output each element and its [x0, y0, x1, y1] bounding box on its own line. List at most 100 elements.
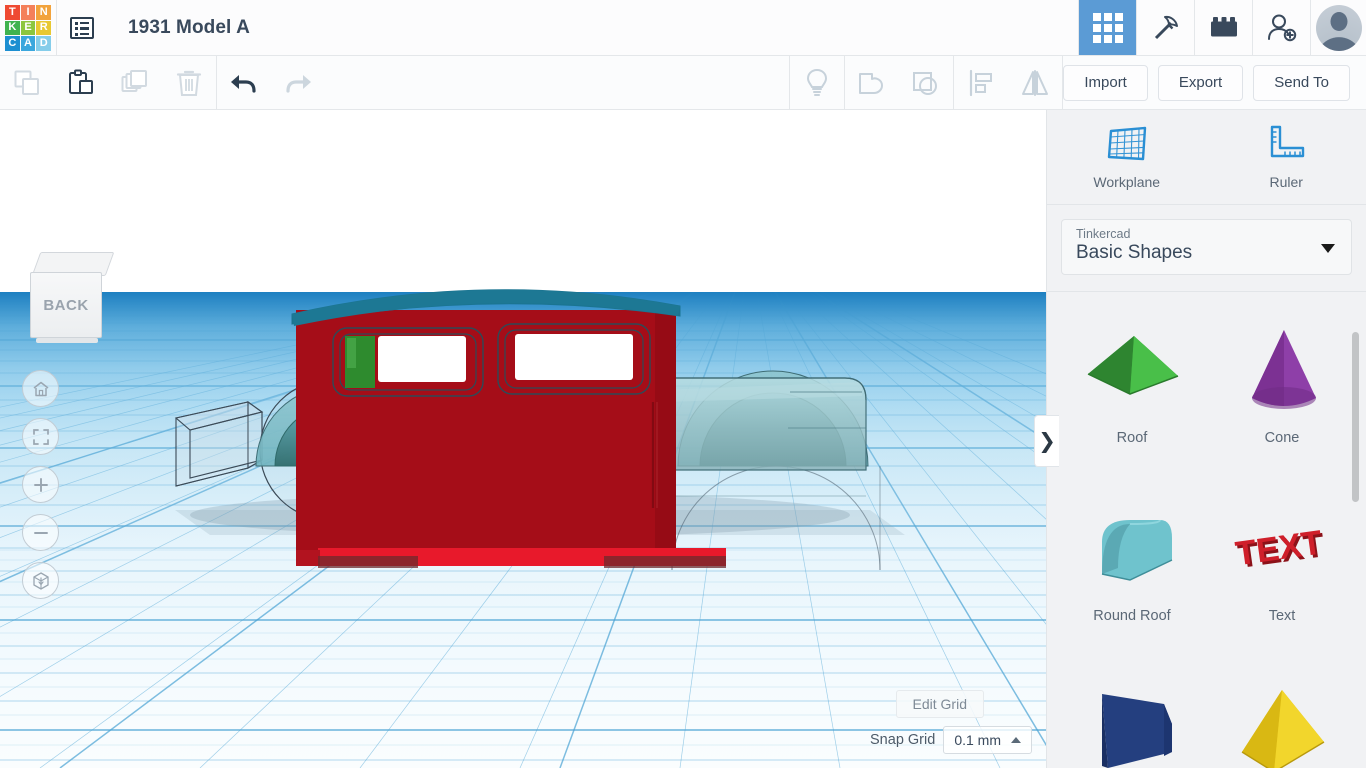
logo-tile-d-8: D — [36, 36, 51, 51]
pickaxe-icon-button[interactable] — [1136, 0, 1194, 55]
delete-button[interactable] — [162, 56, 216, 110]
logo-tile-n-2: N — [36, 5, 51, 20]
library-name-label: Basic Shapes — [1076, 242, 1193, 263]
shape-pyramid[interactable] — [1207, 660, 1357, 768]
canvas-sky — [0, 110, 1046, 292]
shapes-panel: Workplane Ruler Tinkercad Basic Shapes R… — [1046, 110, 1366, 768]
zoom-out-button[interactable] — [22, 514, 59, 551]
copy-icon — [14, 70, 39, 95]
plus-icon — [33, 477, 48, 492]
duplicate-icon — [121, 69, 147, 92]
align-button[interactable] — [954, 56, 1008, 110]
shape-gallery-scrollbar[interactable] — [1352, 332, 1359, 502]
logo-tile-r-5: R — [36, 20, 51, 36]
group-icon — [859, 72, 884, 94]
workplane-icon — [1107, 126, 1146, 161]
lego-brick-icon-button[interactable] — [1194, 0, 1252, 55]
export-button[interactable]: Export — [1157, 64, 1244, 101]
edit-grid-button[interactable]: Edit Grid — [895, 690, 984, 718]
view-cube[interactable]: BACK — [30, 252, 116, 348]
undo-icon — [231, 74, 256, 93]
logo-tile-a-7: A — [20, 36, 36, 51]
logo-tile-i-1: I — [20, 5, 36, 20]
add-person-icon-button[interactable] — [1252, 0, 1310, 55]
panel-separator — [1047, 291, 1366, 292]
cone-thumbnail — [1222, 320, 1342, 428]
shape-round-roof[interactable]: Round Roof — [1057, 482, 1207, 660]
align-tool-group — [954, 56, 1062, 110]
shape-gallery[interactable]: Roof Cone Round Roof TEXT TEXT Text — [1047, 296, 1366, 768]
paste-button[interactable] — [54, 56, 108, 110]
snap-grid-control: Snap Grid 0.1 mm — [870, 726, 1032, 754]
top-header-bar: TIN KER CAD 1931 Model A — [0, 0, 1366, 56]
lightbulb-icon — [807, 68, 828, 96]
ungroup-button[interactable] — [899, 56, 953, 110]
history-tool-group — [217, 56, 325, 110]
text-thumbnail: TEXT TEXT — [1222, 498, 1342, 606]
chevron-down-icon — [1321, 244, 1335, 253]
shape-round-roof-label: Round Roof — [1093, 608, 1171, 624]
import-button[interactable]: Import — [1063, 64, 1148, 101]
workplane-tool-label: Workplane — [1093, 174, 1161, 190]
collapse-panel-button[interactable]: ❯ — [1034, 415, 1059, 467]
header-right-actions — [1078, 0, 1366, 55]
snap-grid-select[interactable]: 0.1 mm — [943, 726, 1032, 754]
design-canvas[interactable]: BACK Edit Grid Snap Grid 0.1 mm — [0, 110, 1046, 768]
redo-button[interactable] — [271, 56, 325, 110]
project-menu-button[interactable] — [56, 0, 106, 55]
fit-view-icon — [32, 428, 49, 445]
zoom-in-button[interactable] — [22, 466, 59, 503]
perspective-cube-icon — [32, 571, 49, 590]
logo-tile-c-6: C — [5, 36, 20, 51]
workplane-tool[interactable]: Workplane — [1067, 124, 1187, 190]
ruler-tool-label: Ruler — [1269, 174, 1303, 190]
lego-brick-icon — [1210, 16, 1237, 36]
fit-to-view-button[interactable] — [22, 418, 59, 455]
undo-button[interactable] — [217, 56, 271, 110]
wedge-thumbnail — [1072, 676, 1192, 768]
shape-wedge[interactable] — [1057, 660, 1207, 768]
file-action-buttons: Import Export Send To — [1063, 64, 1366, 101]
logo-tile-e-4: E — [20, 20, 36, 36]
ruler-icon — [1271, 125, 1305, 158]
view-cube-front-face[interactable]: BACK — [30, 272, 102, 338]
logo-tile-t-0: T — [5, 5, 20, 20]
page-title[interactable]: 1931 Model A — [106, 0, 1078, 55]
align-icon — [970, 69, 993, 96]
workplane-ground — [0, 292, 1046, 768]
pyramid-thumbnail — [1222, 676, 1342, 768]
roof-thumbnail — [1072, 320, 1192, 428]
grid-apps-icon-button[interactable] — [1078, 0, 1136, 55]
ungroup-icon — [913, 71, 938, 95]
grid-apps-icon — [1092, 12, 1123, 43]
tinkercad-logo[interactable]: TIN KER CAD — [0, 0, 56, 56]
shape-library-dropdown[interactable]: Tinkercad Basic Shapes — [1061, 219, 1352, 275]
perspective-toggle-button[interactable] — [22, 562, 59, 599]
group-tool-group — [845, 56, 953, 110]
ruler-tool[interactable]: Ruler — [1226, 124, 1346, 190]
logo-tile-k-3: K — [5, 20, 20, 36]
send-to-button[interactable]: Send To — [1253, 64, 1350, 101]
shape-roof[interactable]: Roof — [1057, 304, 1207, 482]
trash-icon — [176, 70, 202, 96]
user-avatar-button[interactable] — [1310, 0, 1366, 55]
hint-bulb-button[interactable] — [790, 56, 844, 110]
shape-roof-label: Roof — [1116, 430, 1148, 446]
caret-up-icon — [1011, 737, 1021, 743]
snap-grid-value: 0.1 mm — [954, 732, 1001, 748]
shape-cone[interactable]: Cone — [1207, 304, 1357, 482]
avatar — [1315, 4, 1362, 51]
home-view-button[interactable] — [22, 370, 59, 407]
add-person-icon — [1267, 14, 1296, 41]
snap-grid-label: Snap Grid — [870, 732, 936, 748]
duplicate-button[interactable] — [108, 56, 162, 110]
mirror-icon — [1022, 69, 1049, 96]
shape-text[interactable]: TEXT TEXT Text — [1207, 482, 1357, 660]
round-roof-thumbnail — [1072, 498, 1192, 606]
group-button[interactable] — [845, 56, 899, 110]
paste-icon — [69, 69, 93, 94]
view-cube-shadow — [36, 338, 98, 343]
main-toolbar: Import Export Send To — [0, 55, 1366, 110]
mirror-button[interactable] — [1008, 56, 1062, 110]
copy-button[interactable] — [0, 56, 54, 110]
